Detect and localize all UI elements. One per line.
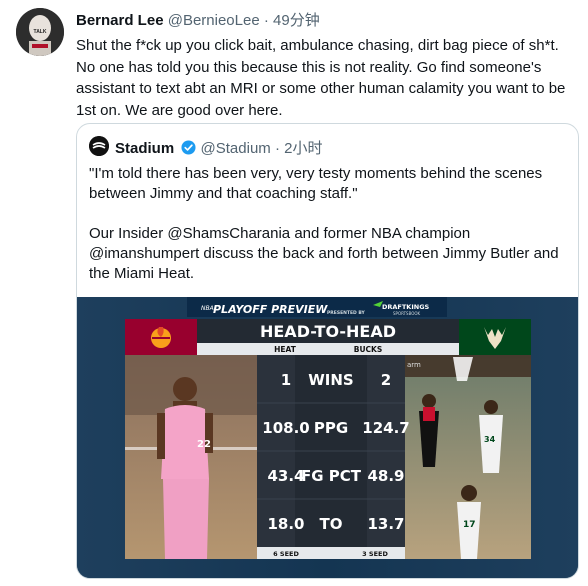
seed-right-label: 3 SEED: [362, 550, 388, 558]
quoted-tweet-text: "I'm told there has been very, very test…: [89, 164, 569, 284]
quoted-author-avatar: [89, 136, 109, 156]
sponsor-subtitle: SPORTSBOOK: [393, 311, 421, 316]
sponsor-name: DRAFTKINGS: [382, 303, 430, 311]
stat-right-value: 48.9: [367, 467, 404, 485]
quoted-tweet-header: Stadium @Stadium · 2小时: [115, 137, 322, 158]
quoted-tweet-card[interactable]: Stadium @Stadium · 2小时 "I'm told there h…: [76, 123, 579, 579]
author-avatar-image: TALK: [16, 8, 64, 56]
tweet-header: Bernard Lee @BernieoLee · 49分钟: [76, 9, 320, 30]
team-right-label: BUCKS: [354, 345, 383, 354]
team-left-label: HEAT: [274, 345, 297, 354]
quoted-tweet-media[interactable]: NBA PLAYOFF PREVIEW PRESENTED BY DRAFTKI…: [77, 297, 578, 578]
stat-label: TO: [320, 515, 343, 533]
stat-label: FG PCT: [301, 467, 362, 485]
svg-text:22: 22: [197, 439, 211, 450]
stat-left-value: 108.0: [262, 419, 309, 437]
author-name[interactable]: Bernard Lee: [76, 12, 164, 29]
court-text: arm: [407, 361, 421, 369]
quoted-author-handle: @Stadium: [200, 140, 271, 157]
svg-text:17: 17: [463, 520, 476, 530]
quoted-tweet-timestamp: 2小时: [284, 140, 323, 157]
author-avatar[interactable]: TALK: [16, 8, 64, 56]
stat-right-value: 124.7: [362, 419, 409, 437]
tweet-body: Shut the f*ck up you click bait, ambulan…: [76, 37, 566, 119]
stat-left-value: 18.0: [267, 515, 304, 533]
banner-title: PLAYOFF PREVIEW: [213, 303, 328, 316]
verified-badge-icon: [181, 140, 196, 155]
svg-text:34: 34: [484, 435, 496, 444]
team-label-bar: [197, 343, 459, 355]
stat-label: PPG: [314, 419, 348, 437]
head-to-head-graphic: NBA PLAYOFF PREVIEW PRESENTED BY DRAFTKI…: [77, 297, 578, 578]
quoted-author-name: Stadium: [115, 140, 175, 157]
quoted-text-paragraph-2: Our Insider @ShamsCharania and former NB…: [89, 225, 559, 282]
tweet-timestamp[interactable]: 49分钟: [273, 12, 320, 29]
stat-left-value: 1: [281, 371, 291, 389]
stat-label: WINS: [308, 371, 353, 389]
presented-by-label: PRESENTED BY: [327, 310, 366, 316]
author-handle[interactable]: @BernieoLee: [168, 12, 260, 29]
banner-small-label: NBA: [201, 305, 214, 312]
stadium-logo-icon: [89, 136, 109, 156]
stat-left-value: 43.4: [267, 467, 304, 485]
tweet-text: Shut the f*ck up you click bait, ambulan…: [76, 35, 576, 121]
table-title: HEAD-TO-HEAD: [260, 322, 396, 341]
stat-right-value: 2: [381, 371, 391, 389]
stat-right-value: 13.7: [367, 515, 404, 533]
quoted-header-separator: ·: [274, 140, 280, 157]
avatar-caption: TALK: [34, 29, 47, 35]
header-separator: ·: [263, 12, 269, 29]
seed-left-label: 6 SEED: [273, 550, 299, 558]
quoted-text-paragraph-1: "I'm told there has been very, very test…: [89, 165, 543, 202]
